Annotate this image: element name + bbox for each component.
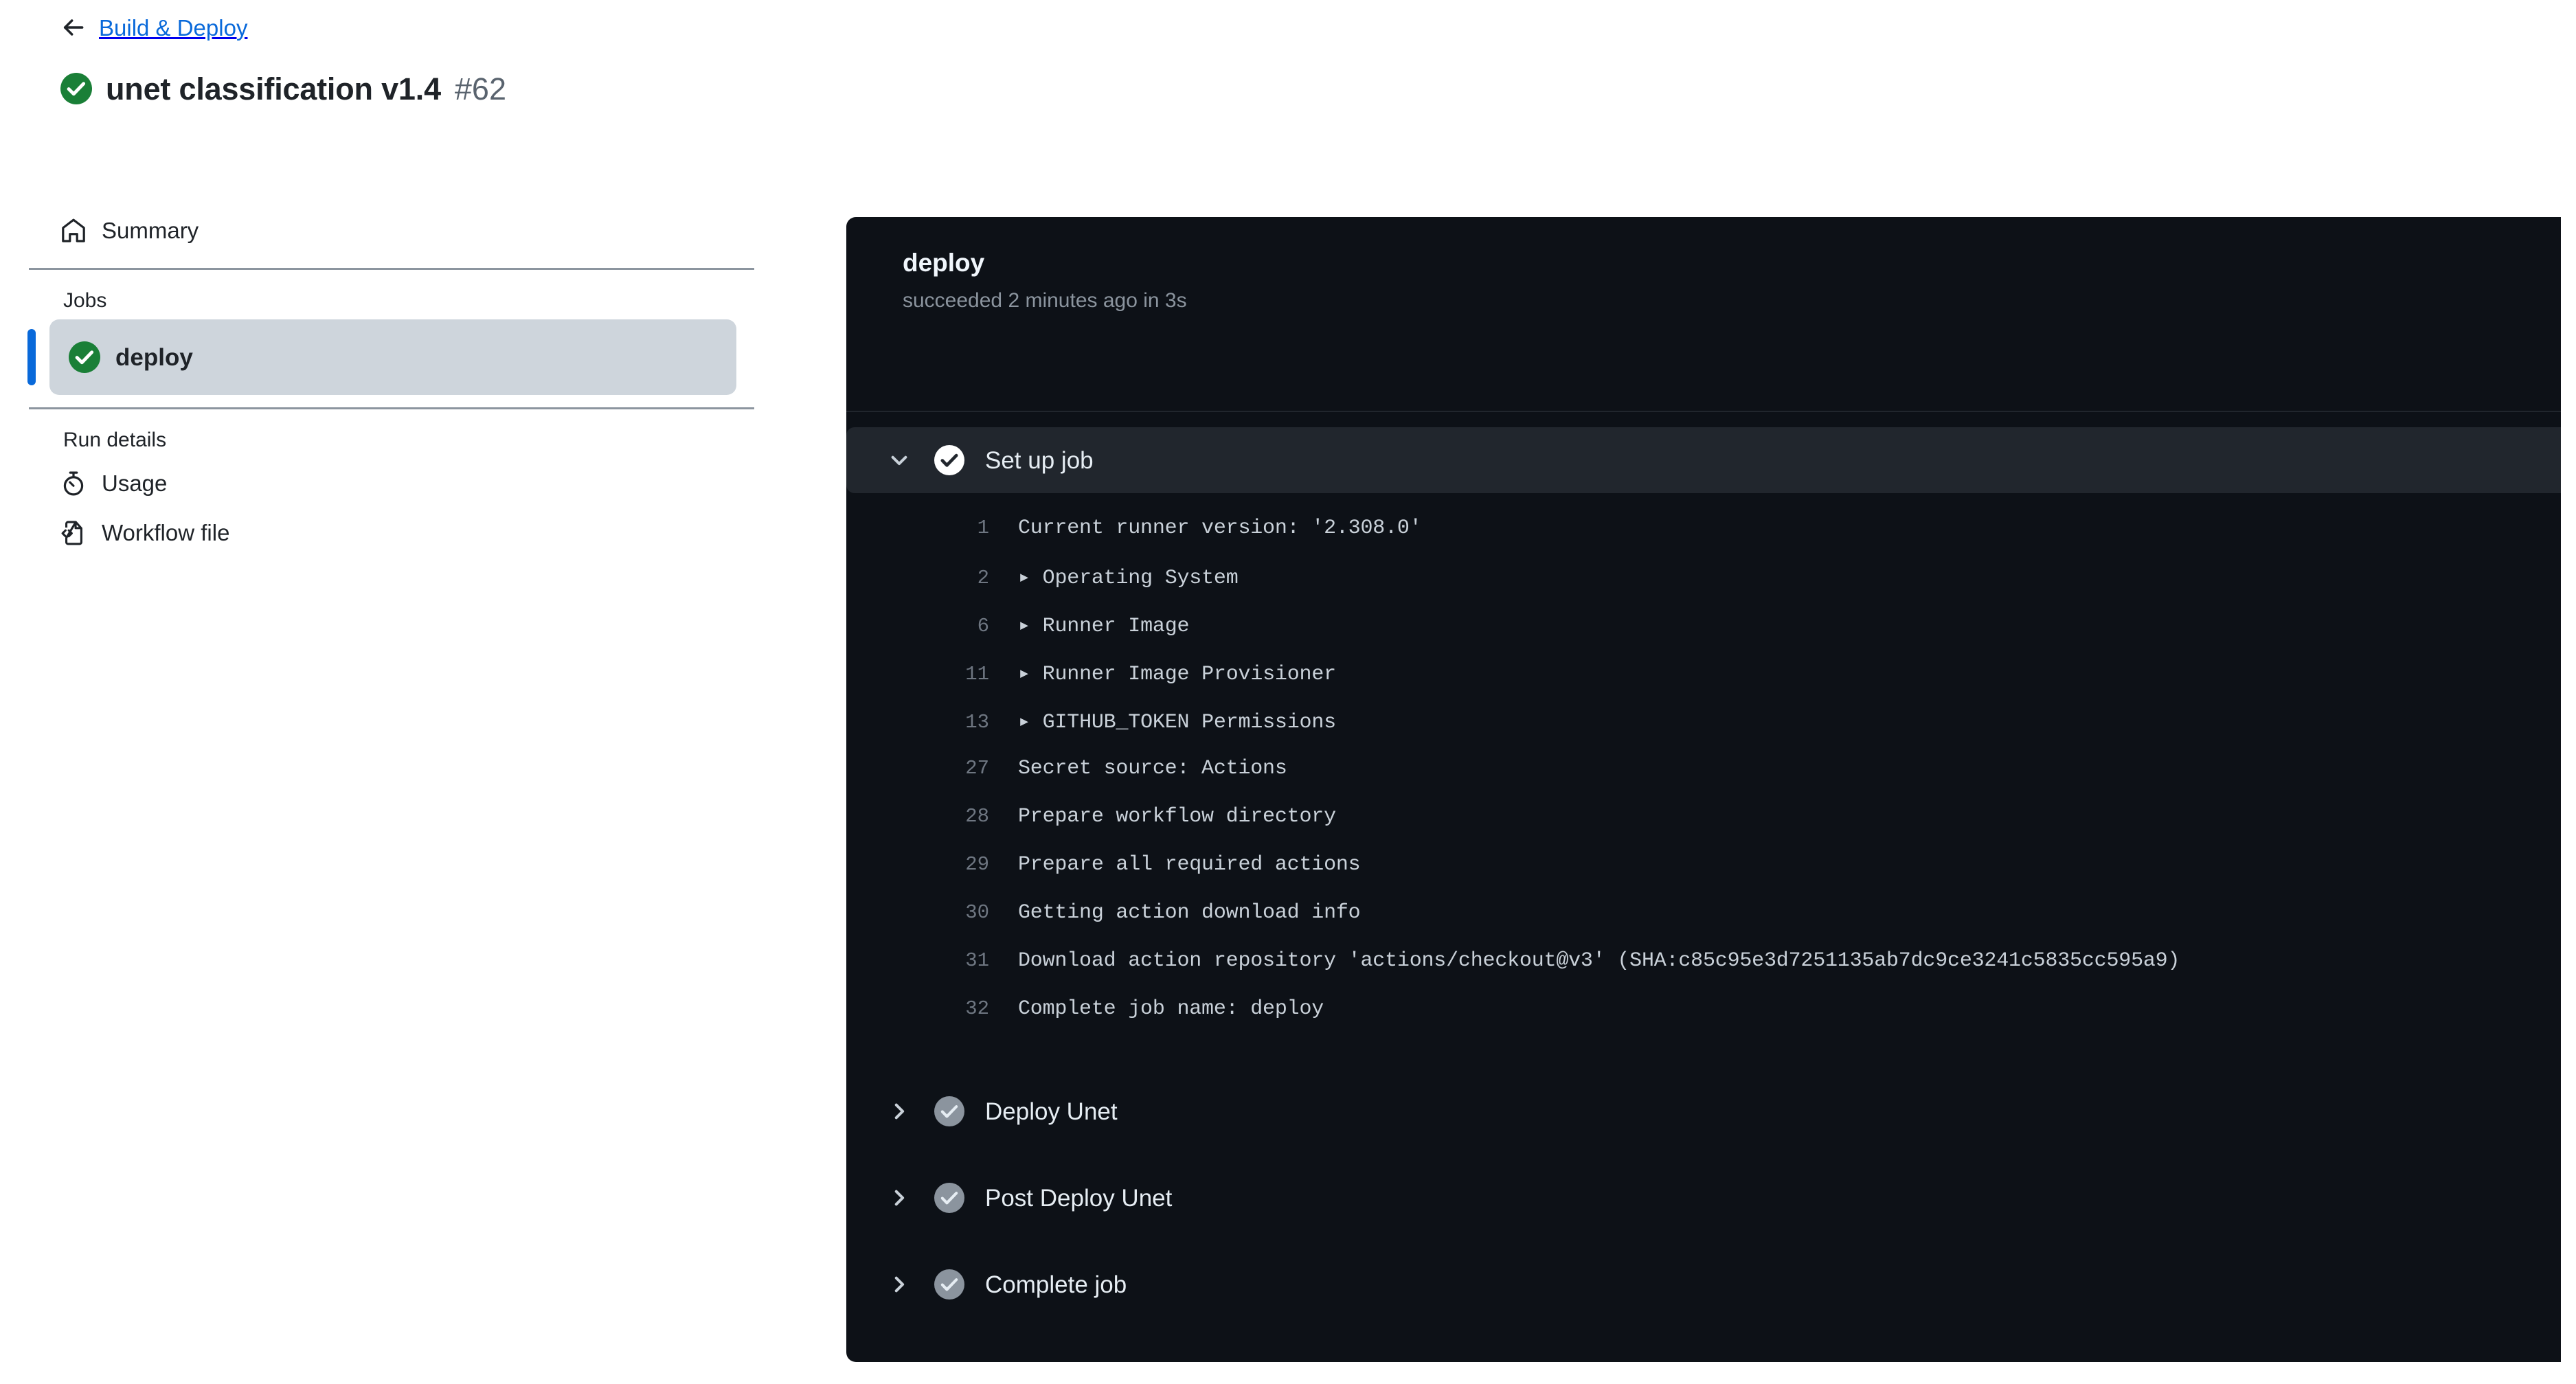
log-line-text: Secret source: Actions	[1018, 757, 1287, 780]
jobs-section-label: Jobs	[63, 289, 107, 312]
check-circle-white-icon	[934, 445, 964, 475]
sidebar-divider-top	[29, 268, 754, 270]
log-group-line[interactable]: ▸ Runner Image	[1018, 613, 1190, 638]
sidebar-item-summary[interactable]: Summary	[0, 206, 776, 256]
sidebar-item-workflow-file-label: Workflow file	[102, 520, 230, 545]
log-line: 11 ▸ Runner Image Provisioner	[846, 661, 2561, 709]
log-line-number: 27	[965, 757, 989, 780]
job-log-panel: deploy succeeded 2 minutes ago in 3s Set…	[846, 217, 2561, 1362]
arrow-left-icon	[63, 19, 84, 36]
log-line-text: Complete job name: deploy	[1018, 997, 1324, 1021]
log-line: 31 Download action repository 'actions/ch…	[846, 949, 2561, 997]
log-line: 1 Current runner version: '2.308.0'	[846, 517, 2561, 565]
log-group-line[interactable]: ▸ Operating System	[1018, 565, 1239, 590]
run-details-section-label: Run details	[63, 429, 167, 451]
step-header-set-up-job[interactable]: Set up job	[846, 427, 2561, 493]
back-to-workflow-link[interactable]: Build & Deploy	[60, 12, 247, 43]
check-circle-success-icon	[69, 341, 100, 373]
step-label: Deploy Unet	[985, 1098, 1118, 1125]
log-line-number: 30	[965, 901, 989, 924]
log-line-number: 11	[965, 663, 989, 685]
log-line: 29 Prepare all required actions	[846, 853, 2561, 901]
log-line: 28 Prepare workflow directory	[846, 805, 2561, 853]
log-line: 6 ▸ Runner Image	[846, 613, 2561, 661]
check-circle-grey-icon	[934, 1183, 964, 1213]
home-icon	[62, 218, 85, 242]
log-line-number: 29	[965, 853, 989, 876]
log-line-number: 28	[965, 805, 989, 828]
log-line-number: 6	[977, 615, 989, 637]
log-line: 30 Getting action download info	[846, 901, 2561, 949]
stopwatch-icon	[63, 471, 84, 496]
log-line-number: 13	[965, 711, 989, 734]
log-group-line[interactable]: ▸ GITHUB_TOKEN Permissions	[1018, 709, 1336, 734]
sidebar-item-job-deploy[interactable]: deploy	[49, 319, 736, 395]
log-line-number: 31	[965, 949, 989, 972]
log-line-text: Getting action download info	[1018, 901, 1361, 924]
sidebar: Summary Jobs deploy Run details Usage Wo…	[0, 206, 776, 558]
chevron-right-icon	[894, 1276, 905, 1293]
back-link-label: Build & Deploy	[99, 14, 248, 41]
sidebar-divider-bottom	[29, 407, 754, 409]
log-line: 27 Secret source: Actions	[846, 757, 2561, 805]
log-line-text: Download action repository 'actions/chec…	[1018, 949, 2180, 973]
check-circle-grey-icon	[934, 1269, 964, 1300]
selected-job-indicator	[27, 329, 36, 385]
step-label: Set up job	[985, 446, 1094, 474]
step-label: Complete job	[985, 1271, 1127, 1298]
step-label: Post Deploy Unet	[985, 1184, 1173, 1212]
job-log-title: deploy	[903, 249, 985, 277]
log-line: 2 ▸ Operating System	[846, 565, 2561, 613]
log-output[interactable]: 1 Current runner version: '2.308.0' 2 ▸ Ope…	[846, 493, 2561, 1058]
log-line-text: Prepare workflow directory	[1018, 805, 1336, 828]
job-header-divider	[846, 411, 2561, 412]
log-line-text: Prepare all required actions	[1018, 853, 1361, 876]
page-title: unet classification v1.4 #62	[60, 67, 506, 110]
actions-run-page: Build & Deploy unet classification v1.4 …	[0, 0, 2576, 1384]
chevron-right-icon	[894, 1190, 905, 1206]
run-number: #62	[454, 71, 506, 106]
log-group-line[interactable]: ▸ Runner Image Provisioner	[1018, 661, 1336, 686]
log-line-text: Current runner version: '2.308.0'	[1018, 517, 1422, 540]
run-name: unet classification v1.4	[106, 71, 441, 106]
sidebar-item-usage-label: Usage	[102, 470, 168, 496]
chevron-down-icon	[891, 455, 907, 466]
job-label: deploy	[115, 343, 193, 371]
check-circle-success-icon	[60, 73, 92, 104]
sidebar-item-workflow-file[interactable]: Workflow file	[0, 508, 776, 558]
log-line-number: 2	[977, 567, 989, 589]
log-line: 32 Complete job name: deploy	[846, 997, 2561, 1045]
file-code-icon	[61, 521, 82, 545]
log-line-number: 1	[977, 517, 989, 539]
check-circle-grey-icon	[934, 1096, 964, 1126]
step-header-complete-job[interactable]: Complete job	[846, 1251, 2561, 1317]
chevron-right-icon	[894, 1103, 905, 1120]
log-line: 13 ▸ GITHUB_TOKEN Permissions	[846, 709, 2561, 757]
step-header-post-deploy-unet[interactable]: Post Deploy Unet	[846, 1165, 2561, 1231]
sidebar-item-usage[interactable]: Usage	[0, 459, 776, 508]
job-log-status: succeeded 2 minutes ago in 3s	[903, 289, 1187, 312]
job-list: deploy	[0, 319, 776, 395]
log-line-number: 32	[965, 997, 989, 1020]
step-header-deploy-unet[interactable]: Deploy Unet	[846, 1078, 2561, 1144]
job-log-header: deploy succeeded 2 minutes ago in 3s	[846, 217, 2561, 412]
sidebar-item-summary-label: Summary	[102, 218, 199, 243]
